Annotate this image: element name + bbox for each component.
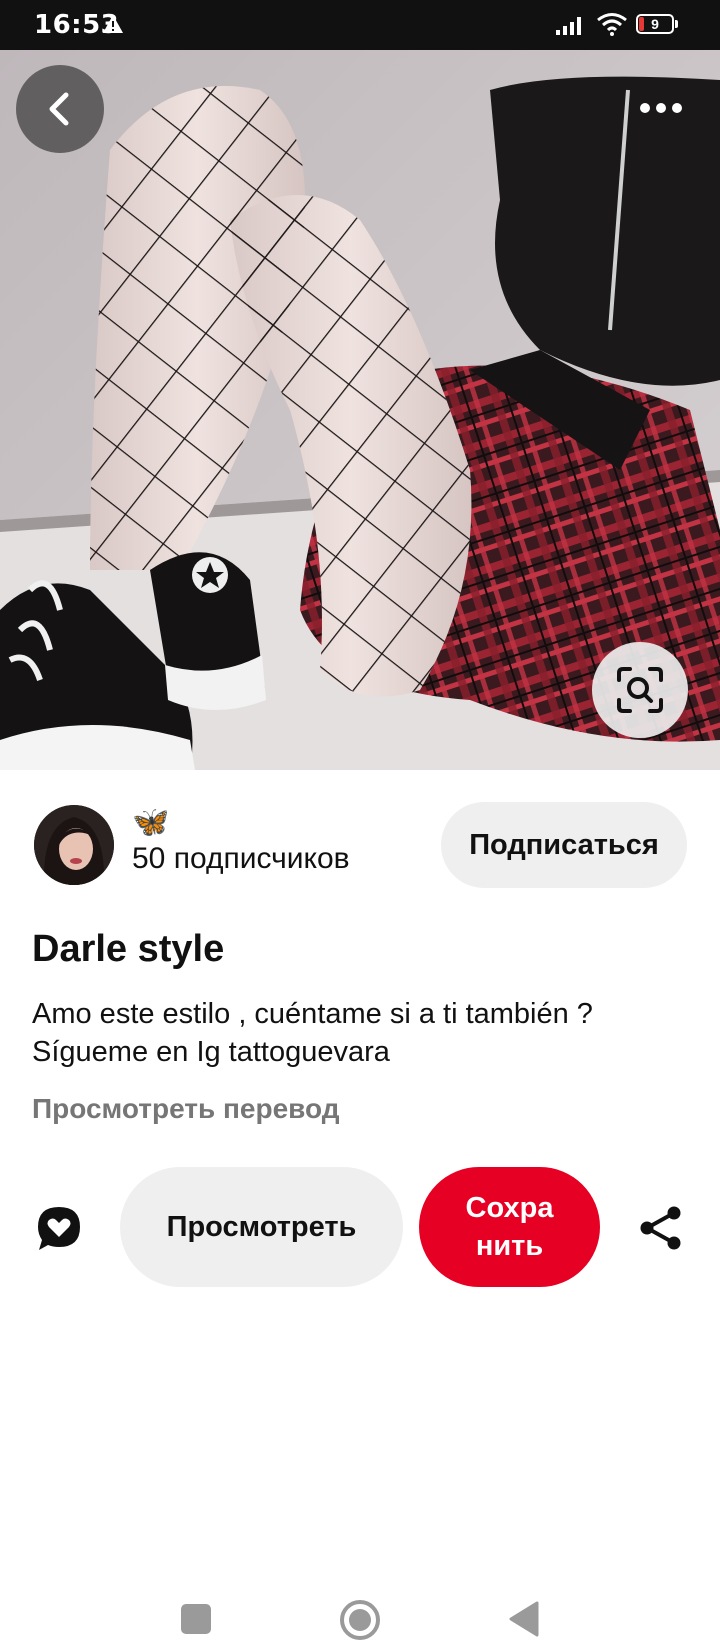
view-button[interactable]: Просмотреть bbox=[120, 1167, 403, 1287]
more-options-button[interactable] bbox=[624, 80, 698, 136]
save-button[interactable]: Сохра нить bbox=[419, 1167, 600, 1287]
share-icon bbox=[640, 1206, 681, 1250]
wifi-icon bbox=[596, 12, 628, 41]
butterfly-icon: 🦋 bbox=[132, 806, 170, 839]
home-button[interactable] bbox=[339, 1599, 381, 1641]
subscribe-button[interactable]: Подписаться bbox=[441, 802, 687, 888]
back-triangle-button[interactable] bbox=[507, 1600, 541, 1638]
recents-button[interactable] bbox=[181, 1604, 211, 1634]
more-dots-icon bbox=[640, 103, 682, 113]
save-label-line: нить bbox=[475, 1230, 544, 1262]
comment-heart-icon bbox=[38, 1207, 80, 1250]
battery-level: 9 bbox=[651, 16, 659, 32]
pin-description: Amo este estilo , cuéntame si a ti tambi… bbox=[32, 995, 692, 1071]
pin-image[interactable] bbox=[0, 50, 720, 770]
lens-search-icon bbox=[617, 667, 663, 713]
pin-description-line: Sígueme en Ig tattoguevara bbox=[32, 1036, 390, 1068]
save-label-line: Сохра bbox=[465, 1192, 554, 1224]
followers-count: 50 подписчиков bbox=[132, 842, 350, 875]
avatar-image bbox=[34, 805, 114, 885]
view-translation-link[interactable]: Просмотреть перевод bbox=[32, 1093, 340, 1125]
back-button[interactable] bbox=[16, 65, 104, 153]
signal-icon bbox=[556, 15, 586, 40]
comment-button[interactable] bbox=[34, 1204, 84, 1254]
status-bar: 16:53 9 bbox=[0, 0, 720, 50]
battery-icon: 9 bbox=[636, 14, 678, 36]
visual-search-button[interactable] bbox=[592, 642, 688, 738]
chevron-left-icon bbox=[49, 92, 69, 126]
system-nav-bar bbox=[0, 1560, 720, 1650]
warning-icon bbox=[102, 14, 124, 39]
pin-title: Darle style bbox=[32, 928, 225, 970]
share-button[interactable] bbox=[638, 1205, 684, 1251]
creator-avatar[interactable] bbox=[34, 805, 114, 885]
pin-description-line: Amo este estilo , cuéntame si a ti tambi… bbox=[32, 998, 593, 1030]
